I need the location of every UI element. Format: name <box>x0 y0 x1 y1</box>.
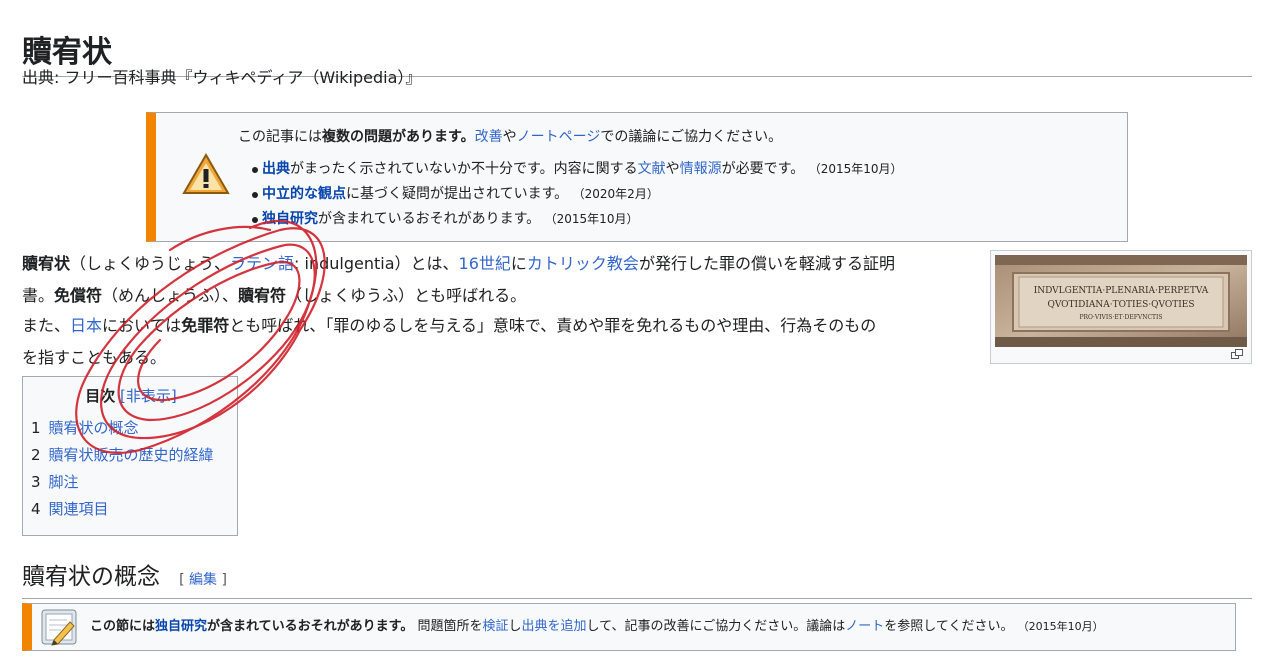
magnify-icon[interactable] <box>1231 349 1243 359</box>
site-subtitle: 出典: フリー百科事典『ウィキペディア（Wikipedia）』 <box>22 68 422 87</box>
inscription-line-2: QVOTIDIANA·TOTIES·QVOTIES <box>1047 300 1194 310</box>
bullet <box>252 167 258 173</box>
inscription-line-3: PRO·VIVIS·ET·DEFVNCTIS <box>1079 314 1162 321</box>
talk-page-link[interactable]: ノートページ <box>517 129 601 145</box>
section-notice-box: この節には独自研究が含まれているおそれがあります。 問題箇所を検証し出典を追加し… <box>22 603 1236 651</box>
verify-link[interactable]: 検証 <box>483 619 509 634</box>
catholic-church-link[interactable]: カトリック教会 <box>527 254 639 273</box>
pencil-icon <box>41 609 77 646</box>
toc-item-3[interactable]: 3 脚注 <box>31 471 79 493</box>
intro-paragraph-2: また、日本においては免罪符とも呼ばれ、「罪のゆるしを与える」意味で、責めや罪を免… <box>22 316 877 367</box>
section-edit: [ 編集 ] <box>179 572 227 588</box>
intro-paragraph-1: 贖宥状（しょくゆうじょう、ラテン語: indulgentia）とは、16世紀にカ… <box>22 254 895 305</box>
japan-link[interactable]: 日本 <box>70 316 102 335</box>
bullet <box>252 192 258 198</box>
issue-item-sources: 出典がまったく示されていないか不十分です。内容に関する文献や情報源が必要です。 … <box>262 161 903 177</box>
section-heading: 贖宥状の概念 [ 編集 ] <box>22 560 1252 599</box>
toc-item-2[interactable]: 2 贖宥状販売の歴史的経緯 <box>31 444 214 466</box>
sources-link[interactable]: 出典 <box>262 161 290 177</box>
improve-link[interactable]: 改善 <box>475 129 503 145</box>
edit-link[interactable]: 編集 <box>189 572 217 588</box>
original-research-link[interactable]: 独自研究 <box>262 211 318 227</box>
bullet <box>252 217 258 223</box>
original-research-link[interactable]: 独自研究 <box>155 619 207 634</box>
neutral-pov-link[interactable]: 中立的な観点 <box>262 186 346 202</box>
16th-century-link[interactable]: 16世紀 <box>459 254 511 273</box>
issues-intro: この記事には複数の問題があります。改善やノートページでの議論にご協力ください。 <box>238 129 783 145</box>
latin-link[interactable]: ラテン語 <box>230 254 294 273</box>
warning-icon <box>182 153 230 194</box>
toc-toggle[interactable]: [非表示] <box>120 387 177 405</box>
thumbnail-image[interactable]: INDVLGENTIA·PLENARIA·PERPETVA QVOTIDIANA… <box>990 250 1252 364</box>
info-source-link[interactable]: 情報源 <box>680 161 722 177</box>
talk-link[interactable]: ノート <box>845 619 884 634</box>
toc-title: 目次 <box>85 387 116 405</box>
issue-item-neutrality: 中立的な観点に基づく疑問が提出されています。 （2020年2月） <box>262 186 659 202</box>
table-of-contents: 目次 [非表示] 1 贖宥状の概念 2 贖宥状販売の歴史的経緯 3 脚注 4 関連項目 <box>22 376 238 536</box>
inscription-line-1: INDVLGENTIA·PLENARIA·PERPETVA <box>1034 286 1209 296</box>
toc-header: 目次 [非表示] <box>23 385 239 407</box>
inscription-image: INDVLGENTIA·PLENARIA·PERPETVA QVOTIDIANA… <box>995 255 1247 347</box>
literature-link[interactable]: 文献 <box>638 161 666 177</box>
issues-notice-box: この記事には複数の問題があります。改善やノートページでの議論にご協力ください。 … <box>146 112 1128 242</box>
add-source-link[interactable]: 出典を追加 <box>522 619 587 634</box>
toc-item-4[interactable]: 4 関連項目 <box>31 498 109 520</box>
toc-item-1[interactable]: 1 贖宥状の概念 <box>31 417 139 439</box>
issue-item-original-research: 独自研究が含まれているおそれがあります。 （2015年10月） <box>262 211 639 227</box>
section-title: 贖宥状の概念 <box>22 564 160 590</box>
section-notice-text: この節には独自研究が含まれているおそれがあります。 問題箇所を検証し出典を追加し… <box>90 619 1104 634</box>
